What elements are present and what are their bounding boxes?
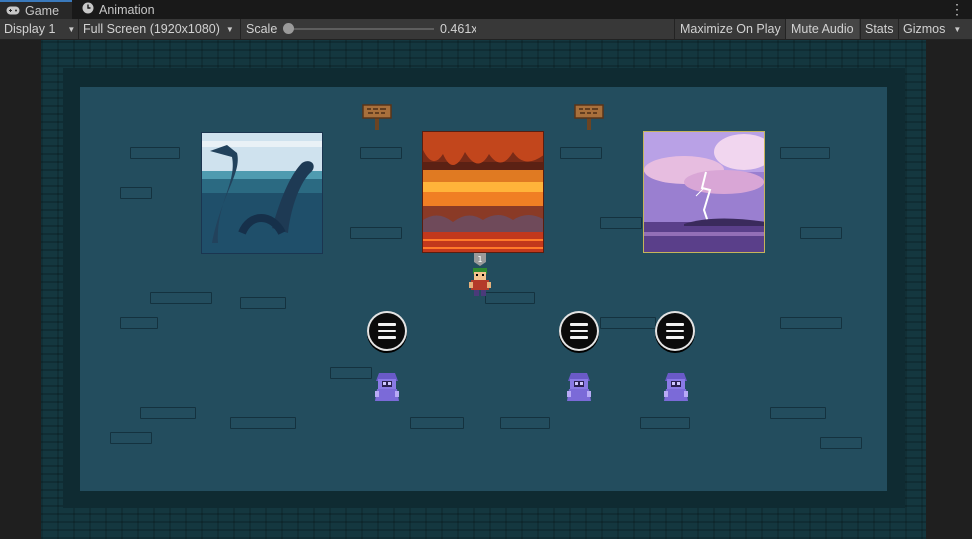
mute-audio-toggle[interactable]: Mute Audio <box>786 19 859 39</box>
chevron-down-icon: ▼ <box>67 24 76 34</box>
tab-game-label: Game <box>25 3 60 18</box>
clock-icon <box>82 2 94 17</box>
wooden-sign-right <box>574 102 604 130</box>
gizmos-dropdown-label: Gizmos <box>903 22 946 36</box>
tab-bar: Game Animation ⋮ <box>0 0 972 19</box>
display-dropdown-label: Display 1 <box>4 22 56 36</box>
scale-slider-handle[interactable] <box>283 23 294 34</box>
lava-cave-painting[interactable] <box>422 131 544 253</box>
maximize-on-play-toggle[interactable]: Maximize On Play <box>675 19 786 39</box>
menu-button-left[interactable] <box>369 313 405 349</box>
scale-label: Scale <box>246 22 278 36</box>
tab-game[interactable]: Game <box>0 0 72 19</box>
player-character[interactable]: 1 <box>465 252 495 300</box>
menu-button-center[interactable] <box>561 313 597 349</box>
wooden-sign-left <box>362 102 392 130</box>
gizmos-dropdown[interactable]: Gizmos ▼ <box>899 19 969 39</box>
scale-value: 0.461x <box>440 22 476 36</box>
chevron-down-icon: ▼ <box>953 24 962 34</box>
resolution-dropdown[interactable]: Full Screen (1920x1080) ▼ <box>83 19 237 39</box>
npc-mage-right[interactable] <box>661 369 691 403</box>
menu-button-right[interactable] <box>657 313 693 349</box>
game-toolbar: Display 1 ▼ Full Screen (1920x1080) ▼ Sc… <box>0 19 972 40</box>
display-dropdown[interactable]: Display 1 ▼ <box>4 19 76 39</box>
sea-serpent-painting[interactable] <box>201 132 323 254</box>
npc-mage-left[interactable] <box>372 369 402 403</box>
npc-mage-center[interactable] <box>564 369 594 403</box>
stats-toggle[interactable]: Stats <box>861 19 898 39</box>
tab-animation[interactable]: Animation <box>78 0 155 19</box>
scale-slider-track[interactable] <box>289 28 434 30</box>
tab-animation-label: Animation <box>99 2 155 17</box>
chevron-down-icon: ▼ <box>225 24 234 34</box>
lightning-storm-painting[interactable] <box>643 131 765 253</box>
resolution-dropdown-label: Full Screen (1920x1080) <box>83 22 220 36</box>
more-options-icon[interactable]: ⋮ <box>950 1 964 17</box>
svg-text:1: 1 <box>477 255 482 264</box>
gamepad-icon <box>6 4 20 18</box>
